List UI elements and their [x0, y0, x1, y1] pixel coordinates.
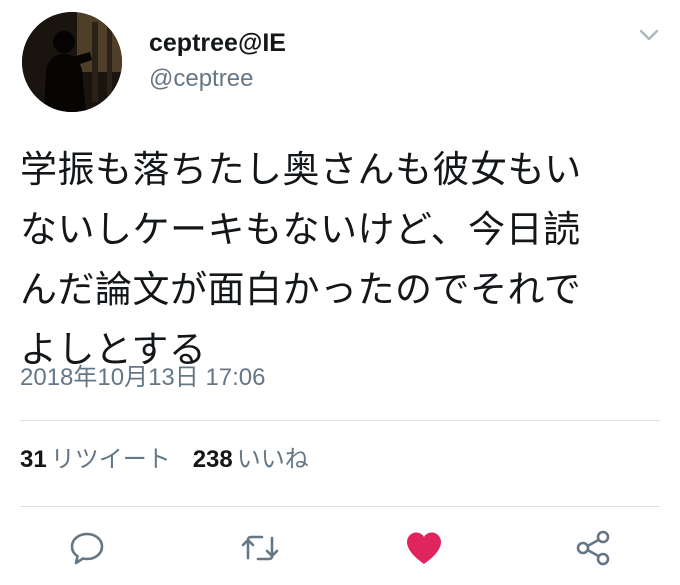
share-nodes-icon [576, 530, 610, 566]
tweet-text: 学振も落ちたし奥さんも彼女もい ないしケーキもないけど、今日読 んだ論文が面白か… [20, 148, 582, 371]
user-handle[interactable]: @ceptree [149, 64, 253, 94]
display-name[interactable]: ceptree@IE [149, 28, 286, 58]
retweet-count: 31 [20, 446, 47, 473]
tweet-stats: 31 リツイート 238 いいね [20, 444, 309, 476]
chevron-down-icon[interactable] [636, 24, 662, 46]
reply-button[interactable] [67, 528, 107, 568]
like-label: いいね [236, 446, 309, 473]
avatar[interactable] [22, 12, 122, 112]
like-count: 238 [192, 446, 233, 473]
tweet-timestamp[interactable]: 2018年10月13日 17:06 [20, 362, 266, 394]
speech-bubble-icon [70, 532, 104, 565]
retweet-label: リツイート [50, 446, 171, 473]
like-button[interactable] [404, 528, 444, 568]
divider [20, 420, 660, 421]
tweet-card: ceptree@IE @ceptree 学振も落ちたし奥さんも彼女もい ないしケ… [0, 0, 680, 585]
heart-filled-icon [407, 532, 441, 564]
divider [20, 506, 660, 507]
like-stat[interactable]: 238 いいね [193, 446, 309, 473]
retweet-button[interactable] [240, 528, 280, 568]
retweet-arrows-icon [241, 535, 279, 561]
retweet-stat[interactable]: 31 リツイート [20, 446, 171, 473]
avatar-silhouette-icon [22, 12, 122, 112]
share-button[interactable] [573, 528, 613, 568]
